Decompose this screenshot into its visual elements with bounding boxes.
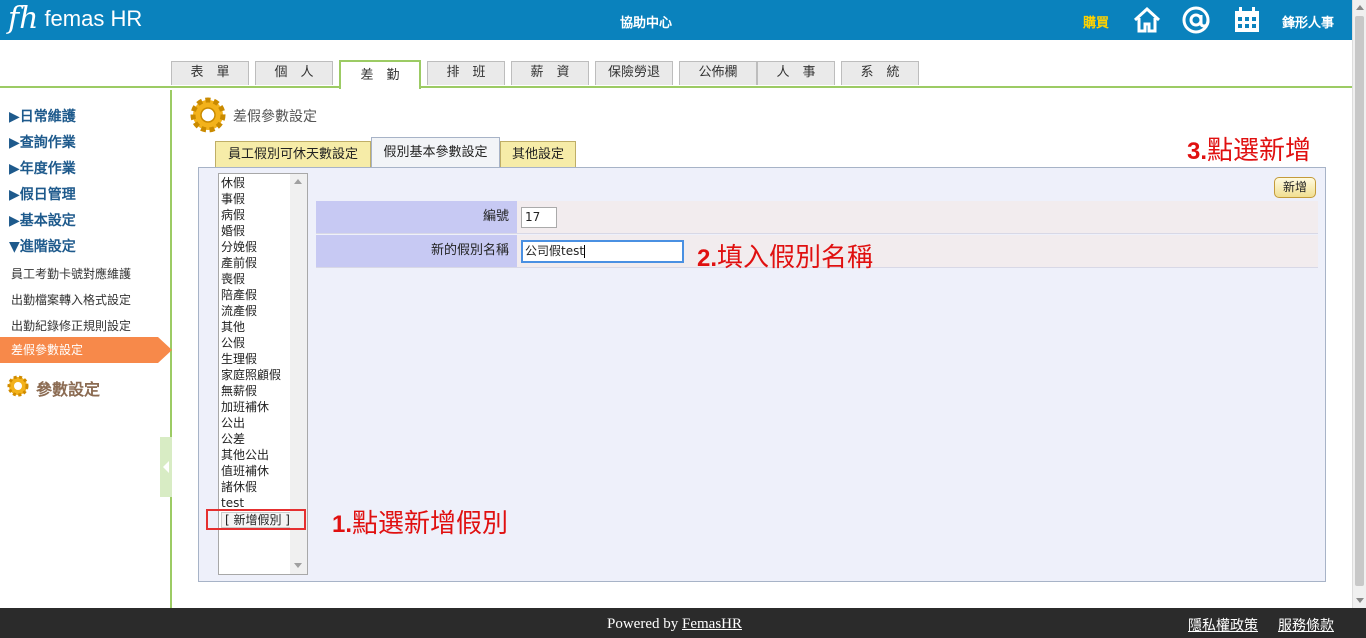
subtab-other-settings[interactable]: 其他設定: [500, 141, 576, 167]
leave-type-items: 休假 事假 病假 婚假 分娩假 產前假 喪假 陪產假 流產假 其他 公假 生理假 家庭照顧假 無薪假 加班補…: [219, 175, 281, 511]
tab-system[interactable]: 系 統: [841, 61, 919, 85]
leave-type-item[interactable]: 諸休假: [219, 479, 281, 495]
leave-type-item[interactable]: 生理假: [219, 351, 281, 367]
leave-type-item[interactable]: 流產假: [219, 303, 281, 319]
sidebar-subitem-correction-rules[interactable]: 出勤紀錄修正規則設定: [11, 317, 131, 334]
add-button[interactable]: 新增: [1274, 177, 1316, 198]
leave-type-item[interactable]: 加班補休: [219, 399, 281, 415]
home-icon[interactable]: [1132, 5, 1162, 35]
number-label: 編號: [316, 201, 517, 233]
highlight-box-add-leave: [206, 509, 306, 530]
help-center-link[interactable]: 協助中心: [620, 12, 672, 31]
sidebar-item-annual[interactable]: ▶年度作業: [9, 158, 76, 178]
annotation-step2: 2.填入假別名稱: [697, 243, 874, 273]
sidebar-item-basic[interactable]: ▶基本設定: [9, 210, 76, 230]
leave-name-value: 公司假test: [525, 244, 585, 258]
leave-type-item[interactable]: 產前假: [219, 255, 281, 271]
settings-gear-icon: [190, 97, 226, 133]
sidebar-subitem-import-format[interactable]: 出勤檔案轉入格式設定: [11, 291, 131, 308]
leave-type-item[interactable]: 家庭照顧假: [219, 367, 281, 383]
leave-name-input[interactable]: 公司假test: [521, 240, 684, 263]
leave-type-item[interactable]: 公假: [219, 335, 281, 351]
list-scroll-up-icon[interactable]: [294, 179, 302, 184]
gear-icon: [7, 375, 29, 397]
row-number: 編號 17: [316, 201, 1318, 234]
leave-type-item[interactable]: 婚假: [219, 223, 281, 239]
scroll-down-icon[interactable]: [1356, 598, 1364, 603]
leave-type-item[interactable]: 無薪假: [219, 383, 281, 399]
sidebar-item-holiday[interactable]: ▶假日管理: [9, 184, 76, 204]
tab-attendance[interactable]: 差 勤: [339, 60, 421, 89]
sidebar-item-advanced[interactable]: ▼進階設定: [9, 236, 76, 256]
company-name[interactable]: 鋒形人事: [1282, 12, 1334, 31]
annotation-step1: 1.點選新增假別: [332, 509, 509, 539]
leave-type-item[interactable]: 公出: [219, 415, 281, 431]
tab-insurance[interactable]: 保險勞退: [595, 61, 673, 85]
privacy-policy-link[interactable]: 隱私權政策: [1188, 615, 1258, 635]
leave-type-item[interactable]: 其他: [219, 319, 281, 335]
page-title: 差假參數設定: [233, 109, 317, 125]
leave-type-item[interactable]: 休假: [219, 175, 281, 191]
sidebar-item-daily[interactable]: ▶日常維護: [9, 106, 76, 126]
sidebar-section-params[interactable]: 參數設定: [36, 376, 100, 400]
scroll-up-icon[interactable]: [1356, 5, 1364, 10]
tab-forms[interactable]: 表 單: [171, 61, 249, 85]
sidebar-subitem-leave-params[interactable]: 差假參數設定: [0, 337, 158, 363]
logo-mark: fh: [8, 1, 39, 36]
logo-text: femas HR: [44, 6, 143, 31]
leave-type-item[interactable]: 值班補休: [219, 463, 281, 479]
number-value-cell: [517, 201, 1318, 233]
leave-type-item[interactable]: 病假: [219, 207, 281, 223]
sidebar-item-query[interactable]: ▶查詢作業: [9, 132, 76, 152]
leave-type-item[interactable]: 事假: [219, 191, 281, 207]
sidebar-subitem-card-mapping[interactable]: 員工考勤卡號對應維護: [11, 265, 131, 282]
collapse-left-icon: [163, 461, 169, 473]
page-scrollbar[interactable]: [1352, 0, 1366, 608]
femas-logo[interactable]: fh femas HR: [8, 4, 142, 34]
sidebar-collapse-handle[interactable]: [160, 437, 172, 497]
leave-type-item[interactable]: 公差: [219, 431, 281, 447]
leave-type-item[interactable]: 喪假: [219, 271, 281, 287]
list-scroll-down-icon[interactable]: [294, 563, 302, 568]
tab-personal[interactable]: 個 人: [255, 61, 333, 85]
tab-shift[interactable]: 排 班: [427, 61, 505, 85]
annotation-step3: 3.點選新增: [1187, 136, 1312, 166]
tab-salary[interactable]: 薪 資: [511, 61, 589, 85]
leave-type-item[interactable]: 陪產假: [219, 287, 281, 303]
scroll-thumb[interactable]: [1355, 16, 1364, 586]
tab-bulletin[interactable]: 公佈欄: [679, 61, 757, 85]
terms-link[interactable]: 服務條款: [1278, 615, 1334, 635]
number-field[interactable]: 17: [521, 207, 557, 228]
leave-name-label: 新的假別名稱: [316, 235, 517, 267]
femashr-link[interactable]: FemasHR: [682, 616, 742, 632]
top-header: fh femas HR 協助中心 購買 鋒形人事: [0, 0, 1352, 40]
leave-type-item[interactable]: 分娩假: [219, 239, 281, 255]
calendar-icon[interactable]: [1232, 5, 1262, 35]
footer: Powered by FemasHR 隱私權政策 服務條款: [0, 608, 1366, 638]
subtab-employee-leave-days[interactable]: 員工假別可休天數設定: [215, 141, 371, 167]
leave-type-item[interactable]: 其他公出: [219, 447, 281, 463]
at-icon[interactable]: [1181, 5, 1211, 35]
tab-hr[interactable]: 人 事: [757, 61, 835, 85]
subtab-leave-basic-params[interactable]: 假別基本參數設定: [371, 137, 500, 168]
buy-link[interactable]: 購買: [1083, 12, 1109, 31]
text-caret: [584, 245, 586, 258]
powered-by: Powered by FemasHR: [607, 616, 742, 632]
active-pointer: [158, 337, 172, 363]
